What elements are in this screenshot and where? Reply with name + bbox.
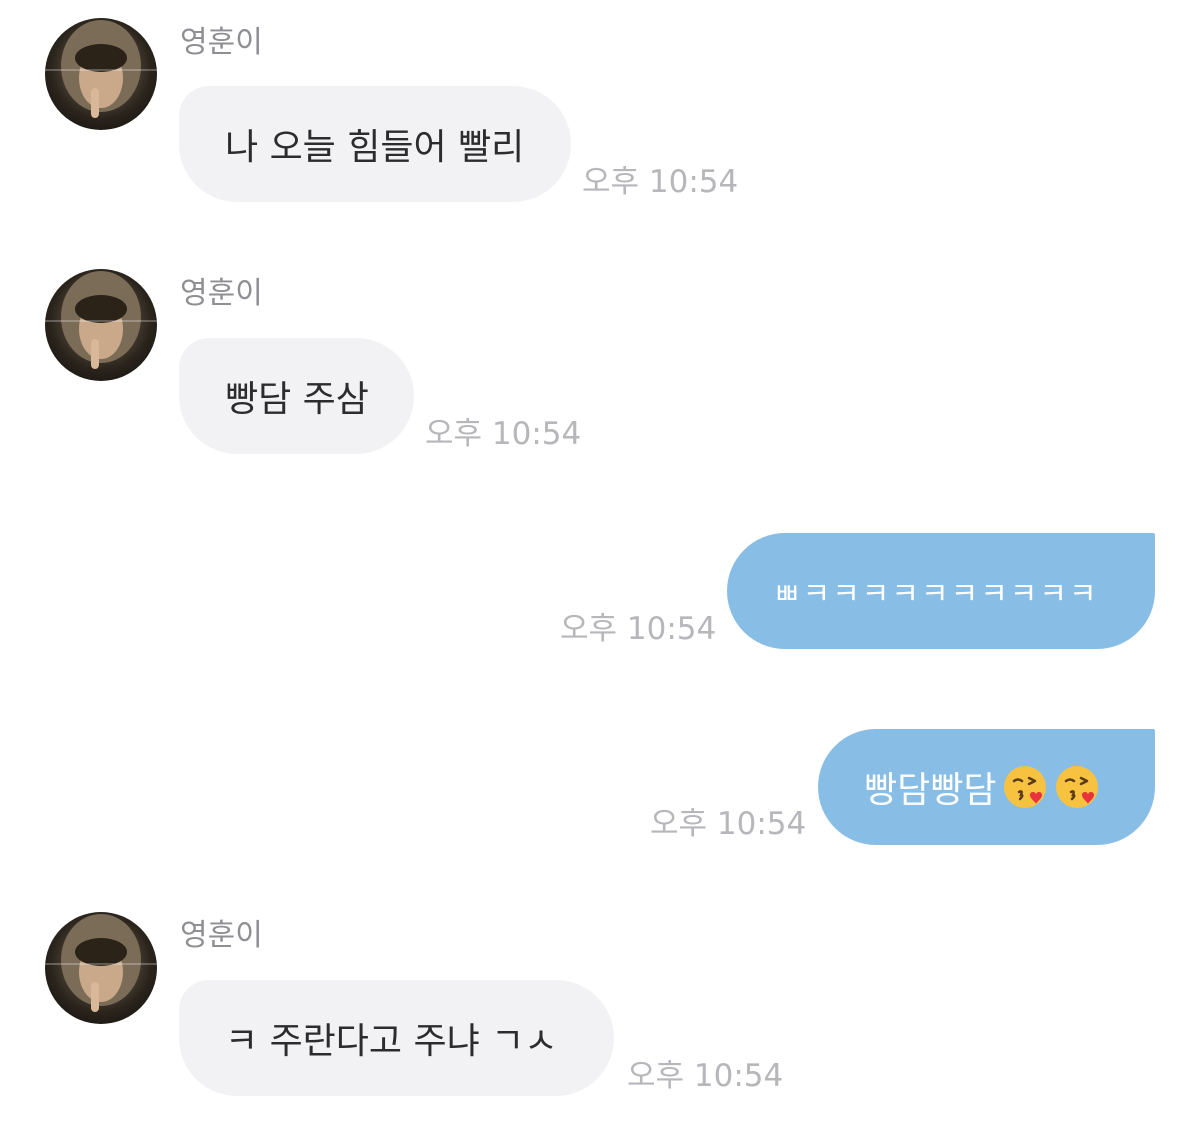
message-text: ㅋ 주란다고 주냐 ㄱㅅ [225,1021,558,1062]
incoming-message-bubble[interactable]: 나 오늘 힘들어 빨리 [179,86,571,202]
incoming-message-bubble[interactable]: 빵담 주삼 [179,338,414,454]
sender-name: 영훈이 [180,25,263,60]
message-text: 빵담 주삼 [225,379,369,420]
message-timestamp: 오후 10:54 [425,416,582,452]
avatar-photo-icon [45,20,157,118]
sender-avatar[interactable] [45,269,157,381]
message-timestamp: 오후 10:54 [582,164,739,200]
message-text: 나 오늘 힘들어 빨리 [225,127,525,168]
sender-avatar[interactable] [45,912,157,1024]
kissing-face-with-heart-icon [1002,764,1048,810]
message-timestamp: 오후 10:54 [627,1058,784,1094]
message-text: ㅃㅋㅋㅋㅋㅋㅋㅋㅋㅋㅋ [773,577,1099,612]
avatar-photo-icon [45,914,157,1012]
message-text: 빵담빵담 [864,770,997,811]
outgoing-message-bubble[interactable]: ㅃㅋㅋㅋㅋㅋㅋㅋㅋㅋㅋ [727,533,1155,649]
incoming-message-bubble[interactable]: ㅋ 주란다고 주냐 ㄱㅅ [179,980,614,1096]
sender-name: 영훈이 [180,276,263,311]
message-timestamp: 오후 10:54 [560,611,717,647]
sender-name: 영훈이 [180,918,263,953]
sender-avatar[interactable] [45,18,157,130]
avatar-photo-icon [45,271,157,369]
kissing-face-with-heart-icon [1054,764,1100,810]
message-timestamp: 오후 10:54 [650,806,807,842]
outgoing-message-bubble[interactable]: 빵담빵담 [818,729,1155,845]
